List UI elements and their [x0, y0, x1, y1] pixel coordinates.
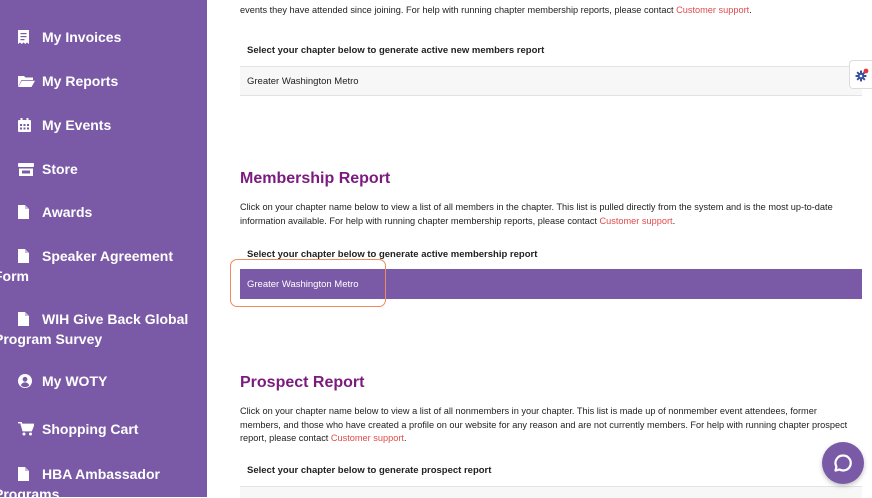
- main-content: events they have attended since joining.…: [207, 0, 872, 498]
- folder-open-icon: [18, 71, 42, 91]
- sidebar-item-speaker-agreement-form[interactable]: Speaker Agreement Form: [0, 246, 201, 286]
- gear-icon: [855, 68, 868, 81]
- store-icon: [18, 159, 42, 179]
- sidebar-item-my-woty[interactable]: My WOTY: [18, 371, 201, 391]
- file-icon: [18, 246, 42, 266]
- settings-button[interactable]: [849, 60, 872, 89]
- sidebar-item-my-invoices[interactable]: My Invoices: [18, 27, 201, 47]
- new-members-select-title: Select your chapter below to generate ac…: [247, 45, 545, 56]
- new-members-description: events they have attended since joining.…: [240, 5, 752, 15]
- new-members-chapter-row[interactable]: Greater Washington Metro: [240, 66, 862, 96]
- membership-chapter-row[interactable]: Greater Washington Metro: [240, 269, 862, 299]
- customer-support-link[interactable]: Customer support: [600, 216, 673, 226]
- membership-report-heading: Membership Report: [240, 170, 391, 187]
- prospect-select-title: Select your chapter below to generate pr…: [247, 465, 492, 476]
- sidebar-item-awards[interactable]: Awards: [18, 202, 201, 222]
- sidebar-item-store[interactable]: Store: [18, 159, 201, 179]
- sidebar-item-label-line2: Form: [0, 268, 29, 284]
- chat-button[interactable]: [822, 442, 864, 484]
- chat-bubble-icon: [834, 454, 852, 472]
- sidebar-item-label: Speaker Agreement: [42, 248, 173, 264]
- prospect-report-heading: Prospect Report: [240, 374, 365, 391]
- customer-support-link[interactable]: Customer support: [676, 5, 749, 15]
- sidebar-item-label-line2: Program Survey: [0, 331, 103, 347]
- file-icon: [18, 309, 42, 329]
- sidebar-item-label: My Invoices: [42, 29, 122, 45]
- sidebar-item-label: Shopping Cart: [42, 421, 139, 437]
- sidebar: My Invoices My Reports My Events Store A…: [0, 0, 207, 497]
- membership-select-title: Select your chapter below to generate ac…: [247, 249, 538, 260]
- sidebar-item-label: HBA Ambassador: [42, 466, 160, 482]
- receipt-icon: [18, 27, 42, 47]
- sidebar-item-my-reports[interactable]: My Reports: [18, 71, 201, 91]
- sidebar-item-hba-ambassador-programs[interactable]: HBA Ambassador Programs: [0, 464, 201, 497]
- sidebar-item-label-line2: Programs: [0, 486, 60, 497]
- sidebar-item-label: My WOTY: [42, 373, 108, 389]
- sidebar-item-label: WIH Give Back Global: [42, 311, 189, 327]
- sidebar-item-wih-give-back-survey[interactable]: WIH Give Back Global Program Survey: [0, 309, 201, 349]
- file-icon: [18, 464, 42, 484]
- prospect-chapter-row[interactable]: [240, 486, 862, 498]
- cart-icon: [18, 419, 42, 439]
- customer-support-link[interactable]: Customer support: [331, 433, 404, 443]
- sidebar-item-label: Store: [42, 161, 78, 177]
- sidebar-item-label: My Events: [42, 117, 112, 133]
- sidebar-item-my-events[interactable]: My Events: [18, 115, 201, 135]
- sidebar-item-label: Awards: [42, 204, 93, 220]
- sidebar-item-label: My Reports: [42, 73, 119, 89]
- membership-description: Click on your chapter name below to view…: [240, 202, 833, 226]
- prospect-description: Click on your chapter name below to view…: [240, 406, 848, 443]
- calendar-icon: [18, 115, 42, 135]
- file-icon: [18, 202, 42, 222]
- sidebar-item-shopping-cart[interactable]: Shopping Cart: [18, 419, 201, 439]
- user-circle-icon: [18, 371, 42, 391]
